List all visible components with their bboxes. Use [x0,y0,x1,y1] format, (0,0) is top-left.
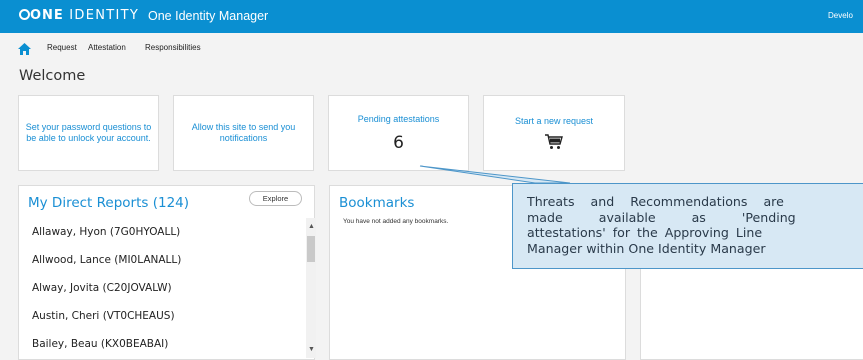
nav-responsibilities[interactable]: Responsibilities [145,43,201,52]
callout-line: attestations' for the Approving Line [527,225,763,240]
scroll-down-icon[interactable]: ▼ [308,346,315,353]
bookmarks-title: Bookmarks [339,195,415,211]
top-bar: ONE IDENTITY One Identity Manager Develo [0,0,863,33]
bookmarks-empty-message: You have not added any bookmarks. [343,218,449,225]
tile-notifications-label: Allow this site to send you notification… [191,122,296,143]
callout-line: Threats and Recommendations are [527,194,784,209]
product-name: One Identity Manager [148,9,269,23]
callout-line: Manager within One Identity Manager [527,240,766,256]
explore-button[interactable]: Explore [249,191,302,206]
list-item[interactable]: Allwood, Lance (MI0LANALL) [19,246,316,274]
pending-attestations-count: 6 [393,132,404,153]
scroll-thumb[interactable] [307,236,315,262]
tile-notifications[interactable]: Allow this site to send you notification… [173,95,314,171]
list-item[interactable]: Austin, Cheri (VT0CHEAUS) [19,302,316,330]
callout-line: made available as 'Pending [527,209,796,225]
main-navigation [0,33,863,61]
tile-password-questions-label: Set your password questions to be able t… [25,122,152,143]
home-icon[interactable] [18,43,31,55]
direct-reports-panel: My Direct Reports (124) Explore Allaway,… [18,185,316,360]
scroll-up-icon[interactable]: ▲ [308,223,315,230]
nav-request[interactable]: Request [47,43,77,52]
tile-new-request[interactable]: Start a new request [483,95,625,171]
list-item[interactable]: Alway, Jovita (C20JOVALW) [19,274,316,302]
tile-password-questions[interactable]: Set your password questions to be able t… [18,95,159,171]
nav-attestation[interactable]: Attestation [88,43,126,52]
user-menu[interactable]: Develo [828,11,853,20]
direct-reports-list: Allaway, Hyon (7G0HYOALL) Allwood, Lance… [19,218,316,358]
page-title: Welcome [19,68,86,84]
tile-new-request-label: Start a new request [514,116,594,126]
list-item[interactable]: Allaway, Hyon (7G0HYOALL) [19,218,316,246]
annotation-callout: Threats and Recommendations are made ava… [512,183,863,269]
tile-pending-attestations[interactable]: Pending attestations 6 [328,95,469,171]
tile-pending-attestations-label: Pending attestations [357,113,440,124]
direct-reports-title: My Direct Reports (124) [28,195,190,211]
direct-reports-scrollbar[interactable]: ▲ ▼ [306,218,316,358]
shopping-cart-icon [545,134,563,149]
brand-logo[interactable]: ONE IDENTITY [30,8,139,23]
one-identity-logo-icon [19,9,30,20]
